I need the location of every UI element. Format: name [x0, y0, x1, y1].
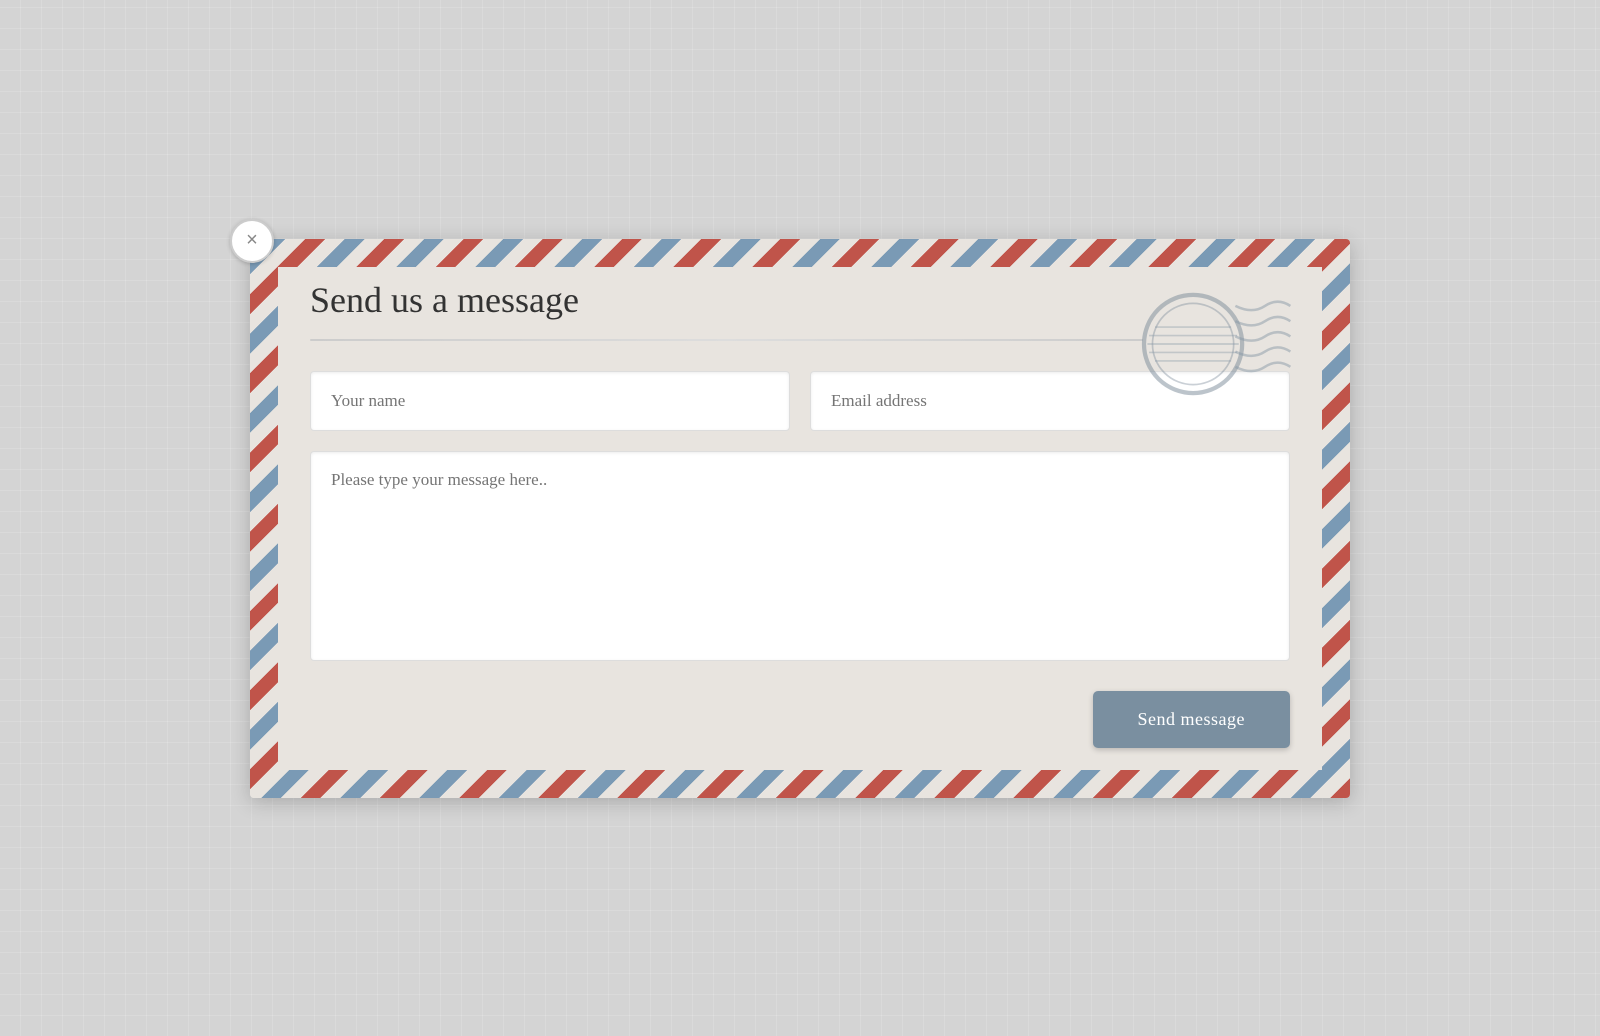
name-input[interactable]: [310, 371, 790, 431]
close-button[interactable]: ×: [230, 219, 274, 263]
form-footer: Send message: [310, 691, 1290, 748]
close-icon: ×: [246, 229, 258, 252]
stamp-decoration: [1140, 269, 1300, 424]
stamp-lines-icon: [1120, 289, 1300, 399]
send-message-button[interactable]: Send message: [1093, 691, 1290, 748]
message-textarea[interactable]: [310, 451, 1290, 661]
title-divider: [310, 339, 1143, 341]
modal-wrapper: × Send us a mes: [250, 239, 1350, 798]
envelope-container: Send us a message Send message: [250, 239, 1350, 798]
